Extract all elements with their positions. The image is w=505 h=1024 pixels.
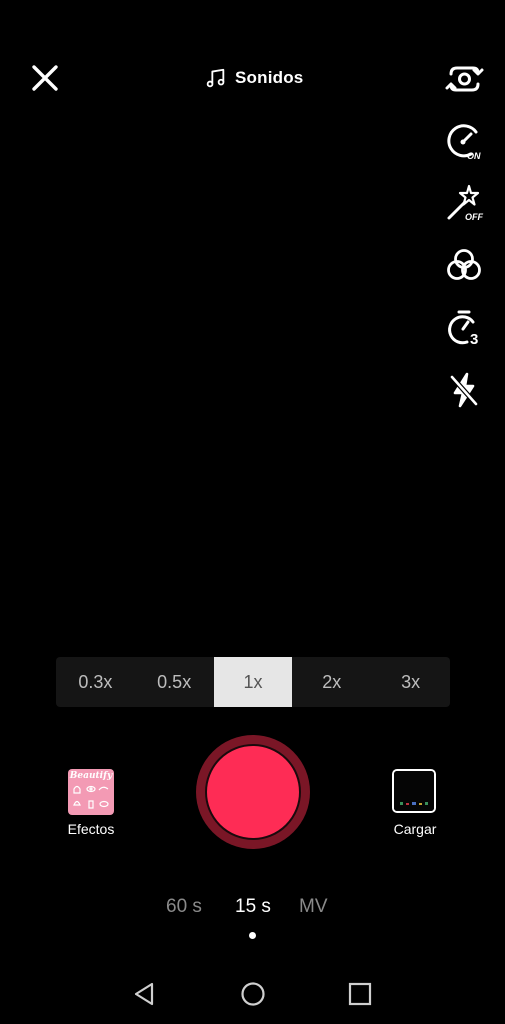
duration-indicator-dot: [249, 932, 256, 939]
upload-button[interactable]: [392, 769, 436, 813]
recents-square-icon: [348, 982, 372, 1006]
speed-option-0.3x[interactable]: 0.3x: [56, 657, 135, 707]
filters-button[interactable]: [443, 245, 485, 287]
record-button-core: [205, 744, 301, 840]
speed-selector: 0.3x 0.5x 1x 2x 3x: [56, 657, 450, 707]
speed-option-0.5x[interactable]: 0.5x: [135, 657, 214, 707]
speed-option-1x[interactable]: 1x: [213, 657, 293, 707]
magic-wand-icon: OFF: [447, 184, 483, 222]
nav-home-button[interactable]: [239, 980, 267, 1008]
flash-off-icon: [449, 372, 479, 408]
speed-option-3x[interactable]: 3x: [371, 657, 450, 707]
record-button[interactable]: [196, 735, 310, 849]
speed-option-2x[interactable]: 2x: [292, 657, 371, 707]
close-icon: [32, 65, 58, 91]
flip-camera-icon: [445, 66, 484, 92]
speed-badge: ON: [467, 151, 481, 161]
nav-back-button[interactable]: [131, 980, 159, 1008]
music-note-icon: [206, 68, 225, 88]
beautify-button[interactable]: OFF: [443, 182, 485, 224]
duration-15s[interactable]: 15 s: [235, 896, 271, 918]
filters-icon: [447, 249, 481, 280]
nav-recents-button[interactable]: [346, 980, 374, 1008]
timer-icon: 3: [448, 310, 478, 348]
flash-button[interactable]: [443, 369, 485, 411]
speed-button[interactable]: ON: [443, 120, 485, 162]
beauty-grid-icon: [73, 785, 109, 809]
duration-mv[interactable]: MV: [299, 896, 328, 918]
speed-icon: ON: [447, 124, 481, 161]
flip-camera-button[interactable]: [443, 58, 485, 100]
effects-thumb-text: Beautify: [69, 771, 113, 781]
close-button[interactable]: [30, 63, 60, 93]
effects-label: Efectos: [67, 821, 115, 837]
sounds-button[interactable]: Sonidos: [205, 64, 303, 92]
beautify-badge: OFF: [465, 212, 483, 222]
sounds-label: Sonidos: [235, 68, 304, 87]
back-triangle-icon: [134, 982, 154, 1006]
home-circle-icon: [241, 982, 265, 1006]
timer-button[interactable]: 3: [443, 307, 485, 349]
gallery-thumbnail: [394, 771, 434, 811]
timer-badge: 3: [470, 331, 478, 348]
effects-button[interactable]: Beautify: [68, 769, 114, 815]
duration-60s[interactable]: 60 s: [166, 896, 202, 918]
upload-label: Cargar: [393, 821, 437, 837]
